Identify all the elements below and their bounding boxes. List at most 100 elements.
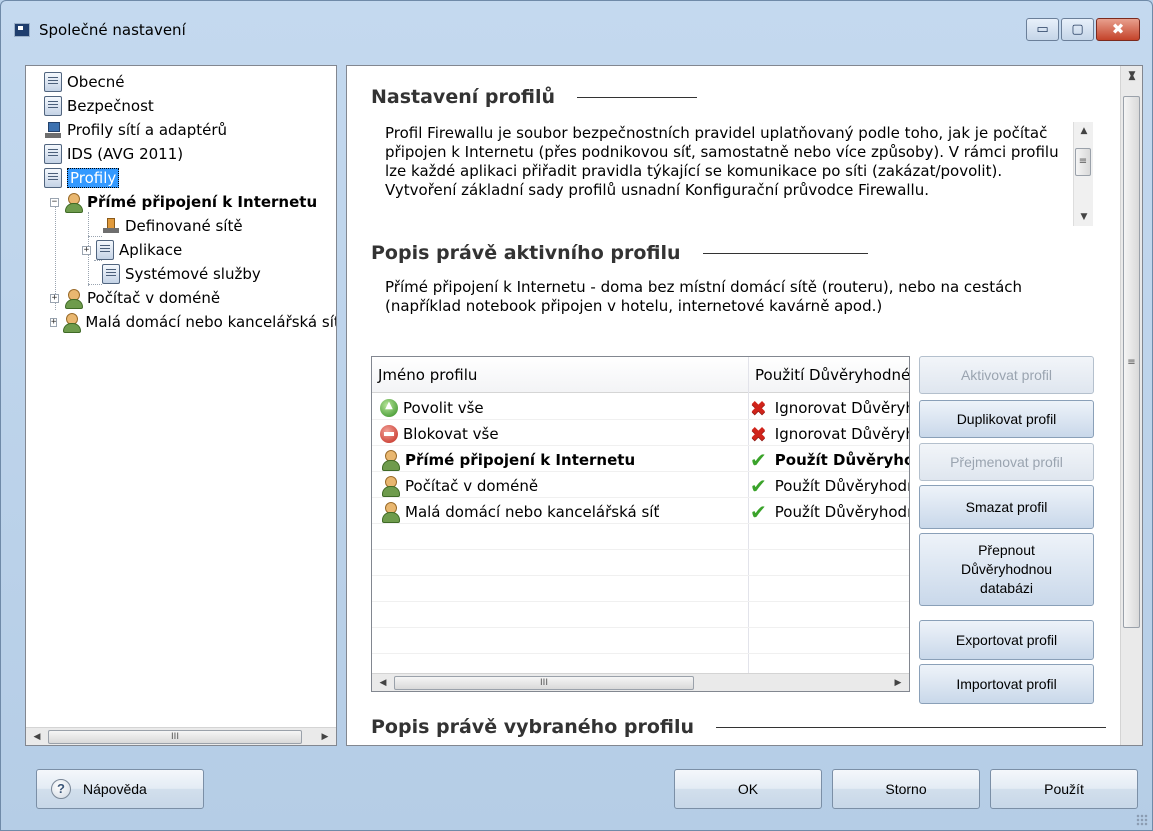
profile-name: Počítač v doméně [405, 476, 539, 495]
tree-item-defined-networks[interactable]: Definované sítě [102, 214, 243, 238]
collapse-toggle[interactable]: − [50, 197, 59, 207]
scroll-right-icon[interactable]: ▶ [316, 728, 334, 746]
profile-name: Povolit vše [403, 398, 484, 417]
table-row[interactable]: Malá domácí nebo kancelářská síť ✔ Použít… [372, 499, 909, 524]
maximize-button[interactable]: ▢ [1061, 18, 1094, 41]
profile-name: Blokovat vše [403, 424, 499, 443]
expand-toggle[interactable]: + [82, 245, 91, 255]
tree-item-label: IDS (AVG 2011) [67, 145, 184, 163]
resize-grip-icon[interactable] [1136, 814, 1148, 826]
section-title-text: Popis právě aktivního profilu [371, 242, 681, 264]
delete-profile-button[interactable]: Smazat profil [919, 485, 1094, 529]
network-icon [102, 216, 120, 236]
description-scrollbar[interactable]: ▲ ≡ ▼ [1073, 122, 1093, 226]
tree-item-applications[interactable]: + Aplikace [82, 238, 182, 262]
table-row[interactable]: Přímé připojení k Internetu ✔ Použít Důvě… [372, 447, 909, 472]
close-button[interactable]: ✖ [1096, 18, 1140, 41]
document-icon [44, 144, 62, 164]
tree-item-direct-connection[interactable]: − Přímé připojení k Internetu [50, 190, 317, 214]
tree-item-network-profiles[interactable]: Profily sítí a adaptérů [44, 118, 227, 142]
scroll-down-icon[interactable]: ▼ [1075, 208, 1093, 226]
user-icon [380, 501, 400, 523]
expand-toggle[interactable]: + [50, 293, 59, 303]
section-title-active-profile: Popis právě aktivního profilu [371, 242, 868, 264]
tree-connector [88, 236, 102, 237]
check-icon: ✔ [750, 447, 767, 472]
scroll-right-icon[interactable]: ▶ [889, 674, 907, 691]
ok-button[interactable]: OK [674, 769, 822, 809]
active-profile-description: Přímé připojení k Internetu - doma bez m… [385, 278, 1023, 315]
allow-icon [380, 398, 398, 417]
scroll-thumb[interactable]: III [48, 730, 302, 744]
tree-item-label: Aplikace [119, 241, 183, 259]
window-title: Společné nastavení [39, 21, 186, 39]
list-header: Jméno profilu Použití Důvěryhodné databá… [372, 357, 909, 393]
section-title-text: Nastavení profilů [371, 86, 556, 108]
user-icon [64, 192, 83, 213]
table-row[interactable]: Blokovat vše ✖ Ignorovat Důvěryhodnou dat… [372, 421, 909, 446]
profile-settings-description: Profil Firewallu je soubor bezpečnostníc… [385, 124, 1059, 199]
table-row[interactable]: Povolit vše ✖ Ignorovat Důvěryhodnou data… [372, 395, 909, 420]
empty-row [372, 577, 909, 602]
tree-item-system-services[interactable]: Systémové služby [102, 262, 261, 286]
section-title-profile-settings: Nastavení profilů [371, 86, 698, 108]
apply-button[interactable]: Použít [990, 769, 1138, 809]
document-icon [44, 96, 62, 116]
panel-vertical-scrollbar[interactable]: ▲ ≡ ▼ [1120, 66, 1142, 745]
empty-row [372, 551, 909, 576]
cross-icon: ✖ [750, 395, 767, 420]
tree-item-small-office[interactable]: + Malá domácí nebo kancelářská síť [50, 310, 336, 334]
document-icon [44, 72, 62, 92]
section-title-selected-profile: Popis právě vybraného profilu [371, 716, 1107, 738]
section-divider [577, 96, 698, 98]
document-icon [44, 168, 62, 188]
tree-item-label: Definované sítě [125, 217, 243, 235]
minimize-button[interactable]: ▭ [1026, 18, 1059, 41]
close-icon: ✖ [1111, 20, 1125, 38]
scroll-down-icon[interactable]: ▼ [1123, 66, 1141, 84]
cross-icon: ✖ [750, 421, 767, 446]
scroll-up-icon[interactable]: ▲ [1075, 122, 1093, 140]
maximize-icon: ▢ [1071, 22, 1084, 37]
section-title-text: Popis právě vybraného profilu [371, 716, 695, 738]
help-icon: ? [51, 779, 71, 799]
profiles-list[interactable]: Jméno profilu Použití Důvěryhodné databá… [371, 356, 910, 692]
table-row[interactable]: Počítač v doméně ✔ Použít Důvěryhodnou da… [372, 473, 909, 498]
activate-profile-button[interactable]: Aktivovat profil [919, 356, 1094, 394]
column-header-usage[interactable]: Použití Důvěryhodné databáze [749, 357, 909, 393]
rename-profile-button[interactable]: Přejmenovat profil [919, 443, 1094, 481]
empty-row [372, 629, 909, 654]
column-header-name[interactable]: Jméno profilu [372, 357, 748, 393]
tree-item-label: Profily [67, 168, 120, 188]
scroll-thumb[interactable]: ≡ [1123, 96, 1140, 628]
tree-item-security[interactable]: Bezpečnost [44, 94, 154, 118]
scroll-left-icon[interactable]: ◀ [374, 674, 392, 691]
document-icon [102, 264, 120, 284]
scroll-thumb[interactable]: III [394, 676, 694, 690]
tree-item-label: Přímé připojení k Internetu [87, 193, 318, 211]
toggle-trusted-db-button[interactable]: Přepnout Důvěryhodnou databázi [919, 533, 1094, 606]
user-icon [380, 475, 400, 497]
scroll-thumb[interactable]: ≡ [1075, 148, 1091, 176]
tree-item-ids[interactable]: IDS (AVG 2011) [44, 142, 183, 166]
tree-item-profiles[interactable]: Profily [44, 166, 120, 190]
tree-item-label: Počítač v doméně [87, 289, 221, 307]
tree-item-label: Profily sítí a adaptérů [67, 121, 228, 139]
tree-item-label: Bezpečnost [67, 97, 154, 115]
tree-connector [88, 284, 102, 285]
list-horizontal-scrollbar[interactable]: ◀ III ▶ [372, 673, 909, 691]
help-label: Nápověda [83, 780, 147, 797]
tree-horizontal-scrollbar[interactable]: ◀ III ▶ [26, 727, 336, 745]
scroll-left-icon[interactable]: ◀ [28, 728, 46, 746]
help-button[interactable]: ? Nápověda [36, 769, 204, 809]
tree-item-domain-computer[interactable]: + Počítač v doméně [50, 286, 220, 310]
import-profile-button[interactable]: Importovat profil [919, 664, 1094, 704]
export-profile-button[interactable]: Exportovat profil [919, 620, 1094, 660]
expand-toggle[interactable]: + [50, 317, 58, 327]
tree-item-general[interactable]: Obecné [44, 70, 125, 94]
navigation-tree[interactable]: Obecné Bezpečnost Profily sítí a adaptér… [25, 65, 337, 746]
cancel-button[interactable]: Storno [832, 769, 980, 809]
duplicate-profile-button[interactable]: Duplikovat profil [919, 400, 1094, 438]
title-bar[interactable]: Společné nastavení ▭ ▢ ✖ [1, 1, 1152, 59]
network-icon [44, 120, 62, 140]
